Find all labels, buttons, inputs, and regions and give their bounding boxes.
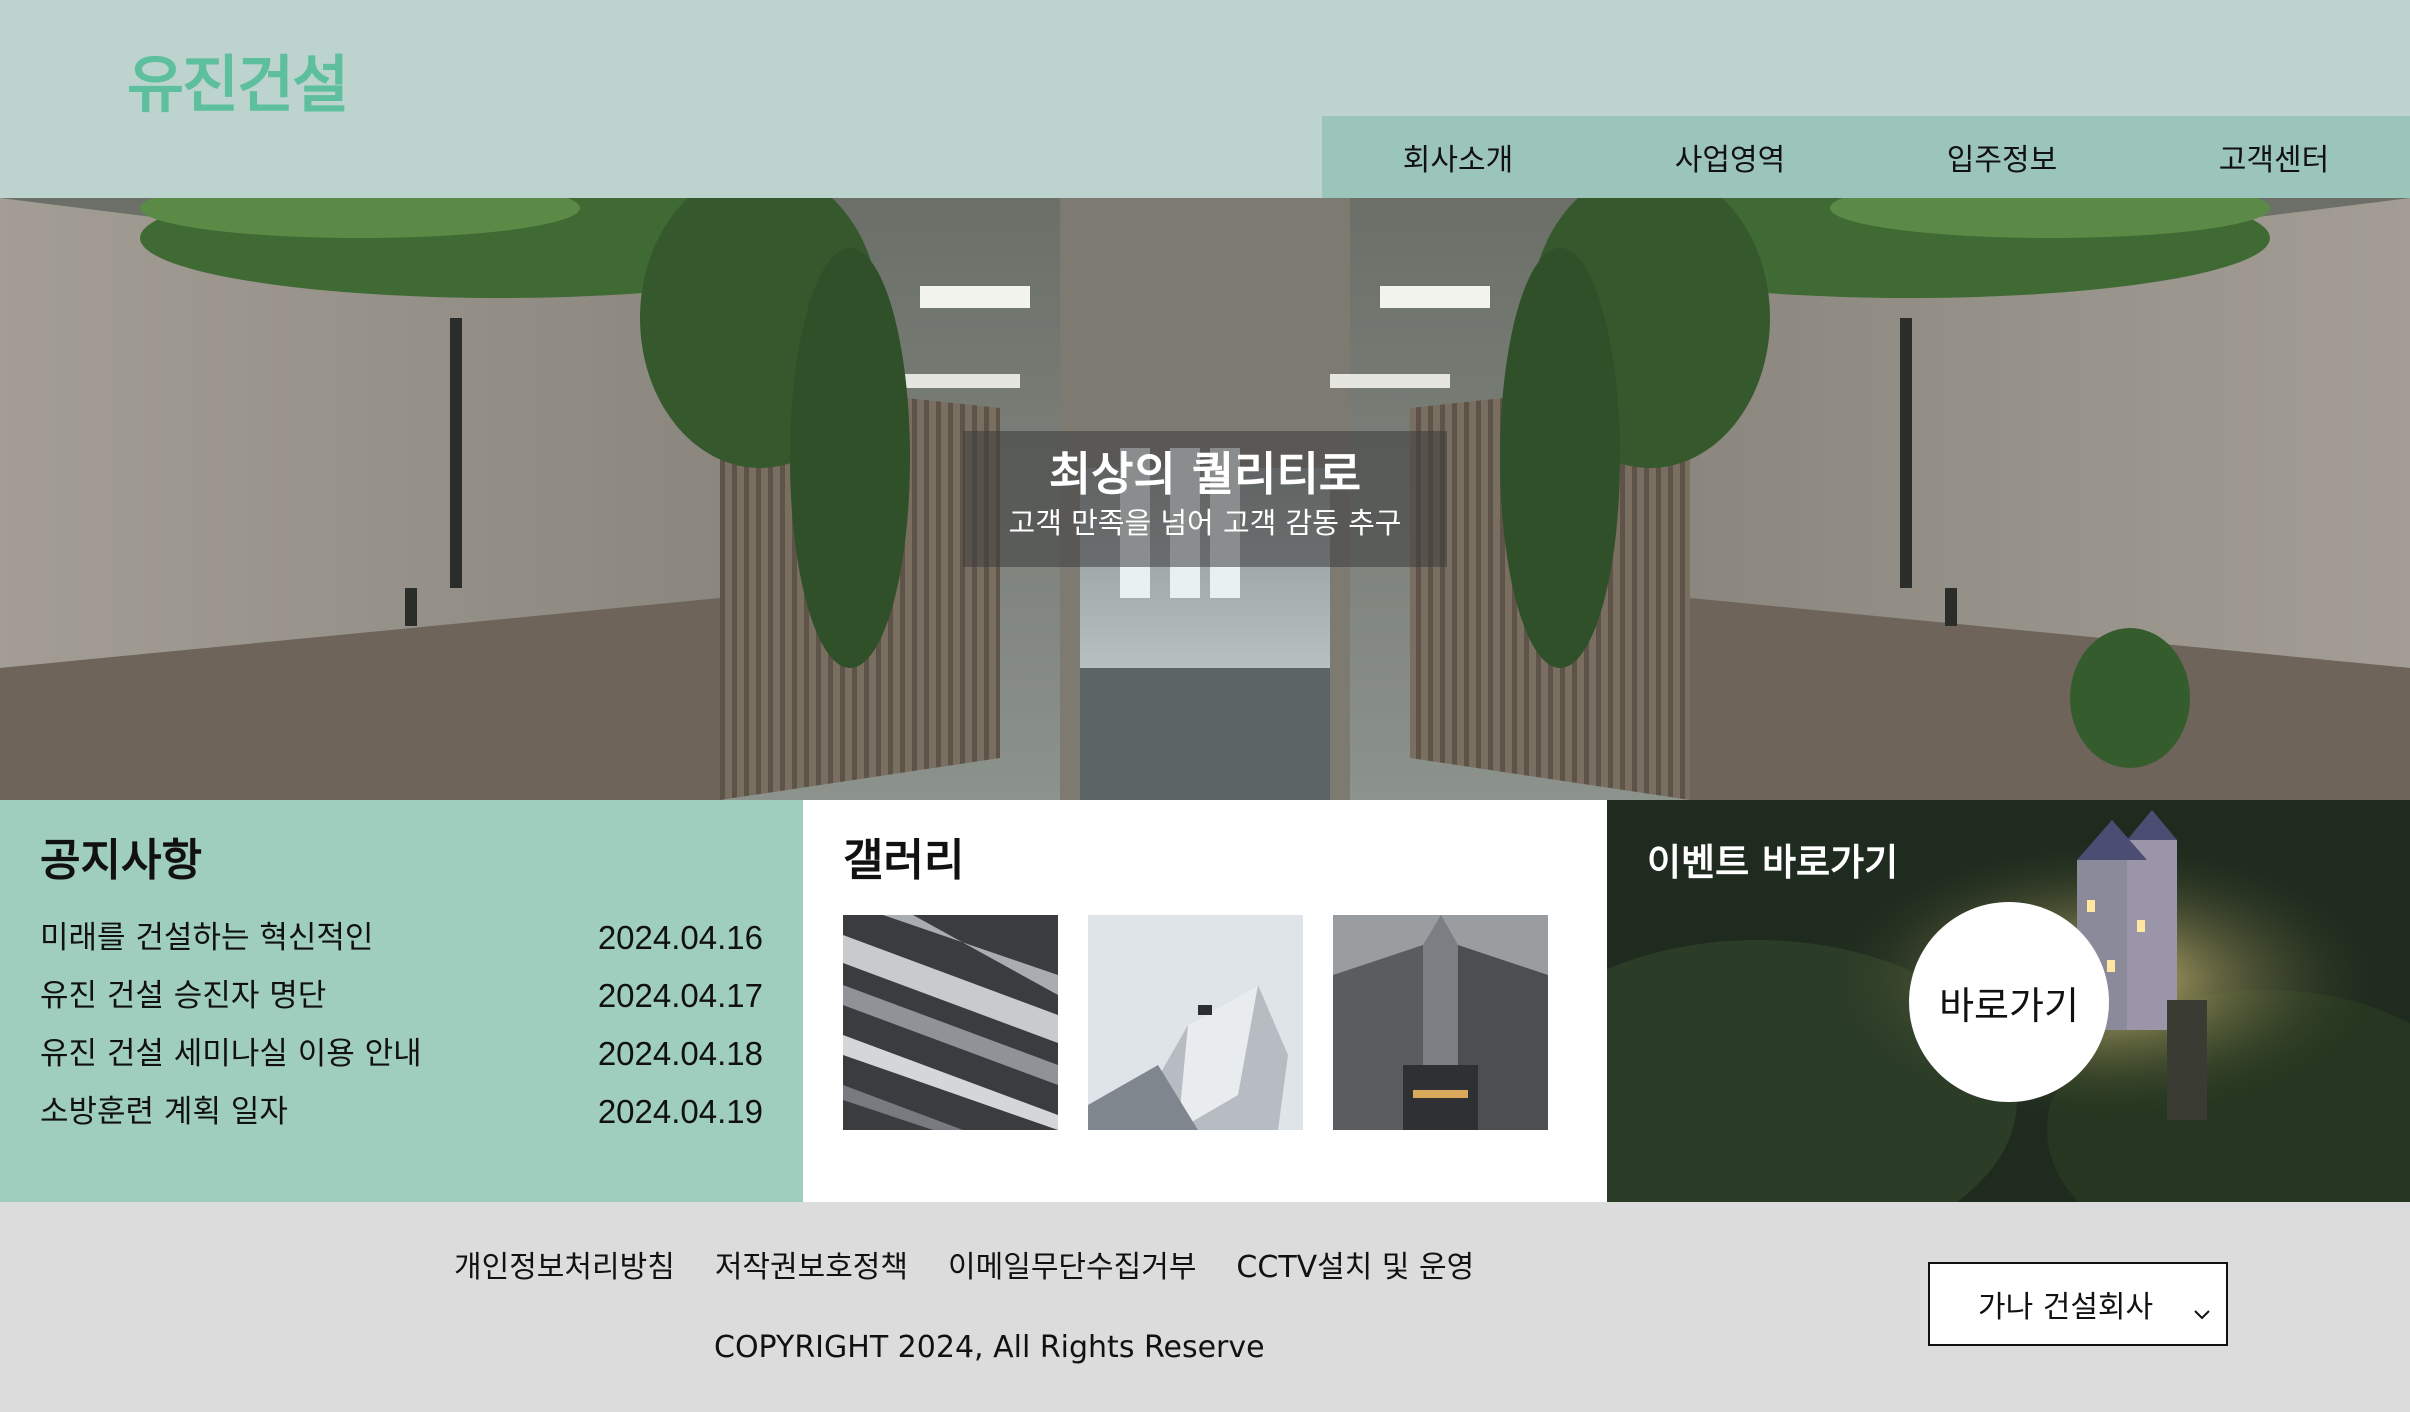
hero-subtitle: 고객 만족을 넘어 고객 감동 추구 — [1008, 506, 1402, 541]
hero-banner: 최상의 퀄리티로 고객 만족을 넘어 고객 감동 추구 — [0, 198, 2410, 800]
footer-link-copyright-policy[interactable]: 저작권보호정책 — [715, 1242, 908, 1286]
site-footer: 개인정보처리방침 저작권보호정책 이메일무단수집거부 CCTV설치 및 운영 C… — [0, 1202, 2410, 1412]
notice-item-date: 2024.04.17 — [597, 977, 763, 1015]
family-site-select[interactable]: 가나 건설회사 — [1928, 1262, 2228, 1346]
family-site-selected: 가나 건설회사 — [1978, 1290, 2154, 1325]
notice-item-text: 유진 건설 승진자 명단 — [40, 978, 327, 1015]
gallery-thumb-1[interactable] — [843, 915, 1058, 1131]
notice-item[interactable]: 유진 건설 승진자 명단 2024.04.17 — [40, 967, 763, 1025]
main-nav: 회사소개 사업영역 입주정보 고객센터 — [1322, 116, 2410, 198]
nav-item-company[interactable]: 회사소개 — [1322, 116, 1594, 198]
notice-item-text: 미래를 건설하는 혁신적인 — [40, 920, 374, 957]
event-shortcut-button[interactable]: 바로가기 — [1909, 902, 2109, 1102]
notice-item-date: 2024.04.16 — [597, 919, 763, 957]
copyright-text: COPYRIGHT 2024, All Rights Reserve — [714, 1330, 1265, 1365]
notice-item-text: 유진 건설 세미나실 이용 안내 — [40, 1036, 422, 1073]
event-title: 이벤트 바로가기 — [1647, 841, 1899, 884]
notice-item-date: 2024.04.18 — [597, 1035, 763, 1073]
gallery-image-3 — [1333, 915, 1548, 1131]
site-header: 유진건설 회사소개 사업영역 입주정보 고객센터 — [0, 0, 2410, 198]
gallery-thumb-3[interactable] — [1333, 915, 1548, 1131]
notice-item-text: 소방훈련 계획 일자 — [40, 1094, 288, 1131]
notice-item[interactable]: 유진 건설 세미나실 이용 안내 2024.04.18 — [40, 1025, 763, 1083]
nav-item-business[interactable]: 사업영역 — [1594, 116, 1866, 198]
gallery-title: 갤러리 — [843, 835, 965, 886]
footer-link-privacy[interactable]: 개인정보처리방침 — [454, 1242, 675, 1286]
footer-link-cctv[interactable]: CCTV설치 및 운영 — [1236, 1242, 1474, 1286]
notice-panel: 공지사항 미래를 건설하는 혁신적인 2024.04.16 유진 건설 승진자 … — [0, 800, 803, 1202]
gallery-panel: 갤러리 — [803, 800, 1607, 1202]
nav-item-support[interactable]: 고객센터 — [2138, 116, 2410, 198]
gallery-image-1 — [843, 915, 1058, 1131]
notice-item[interactable]: 소방훈련 계획 일자 2024.04.19 — [40, 1083, 763, 1141]
gallery-image-2 — [1088, 915, 1303, 1131]
notice-list: 미래를 건설하는 혁신적인 2024.04.16 유진 건설 승진자 명단 20… — [40, 909, 763, 1141]
hero-title: 최상의 퀄리티로 — [1048, 447, 1362, 501]
gallery-thumbnails — [843, 915, 1567, 1131]
nav-item-residence[interactable]: 입주정보 — [1866, 116, 2138, 198]
notice-title: 공지사항 — [40, 835, 202, 886]
site-logo[interactable]: 유진건설 — [127, 48, 349, 122]
event-panel: 이벤트 바로가기 바로가기 — [1607, 800, 2410, 1202]
chevron-down-icon — [2192, 1294, 2212, 1329]
footer-link-email-refusal[interactable]: 이메일무단수집거부 — [948, 1242, 1196, 1286]
footer-links: 개인정보처리방침 저작권보호정책 이메일무단수집거부 CCTV설치 및 운영 — [454, 1242, 1474, 1286]
gallery-thumb-2[interactable] — [1088, 915, 1303, 1131]
notice-item-date: 2024.04.19 — [597, 1093, 763, 1131]
hero-caption-box: 최상의 퀄리티로 고객 만족을 넘어 고객 감동 추구 — [963, 431, 1447, 567]
notice-item[interactable]: 미래를 건설하는 혁신적인 2024.04.16 — [40, 909, 763, 967]
